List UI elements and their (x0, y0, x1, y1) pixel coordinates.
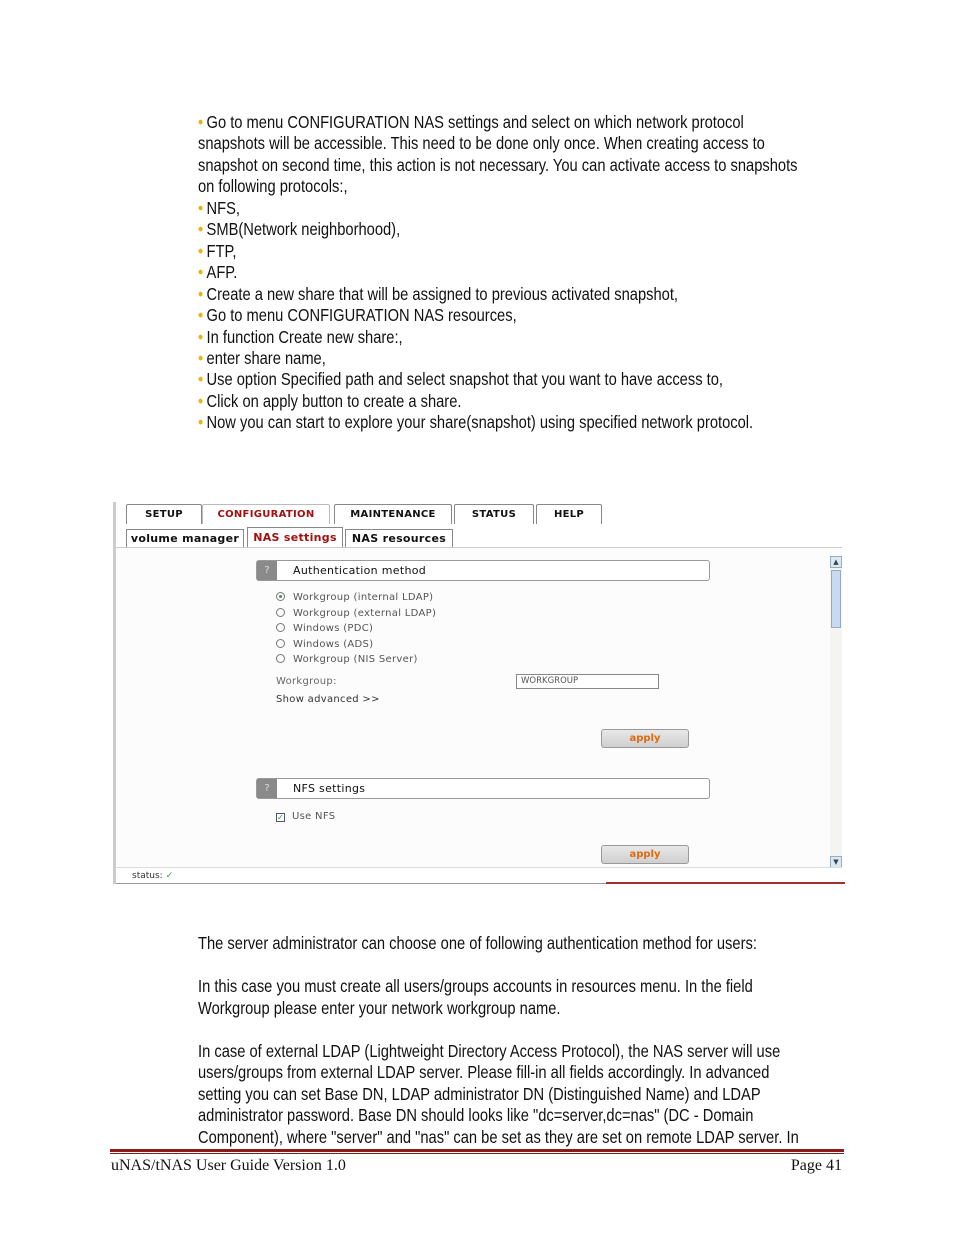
text-line: • Now you can start to explore your share… (198, 412, 753, 433)
radio-icon[interactable] (276, 638, 285, 648)
text-line-content: Use option Specified path and select sna… (206, 369, 723, 390)
text-line-content: FTP, (206, 240, 237, 261)
radio-icon[interactable] (276, 592, 285, 601)
bullet-icon: • (198, 305, 204, 326)
use-nfs-label: Use NFS (292, 811, 336, 822)
text-line-content: snapshots will be accessible. This need … (198, 133, 765, 154)
bullet-icon: • (198, 240, 204, 261)
text-line: • AFP. (198, 262, 237, 283)
radio-icon[interactable] (276, 654, 285, 663)
text-line-content: Go to menu CONFIGURATION NAS resources, (206, 305, 517, 326)
text-line: snapshots will be accessible. This need … (198, 133, 765, 154)
text-line: • SMB(Network neighborhood), (198, 219, 400, 240)
scroll-thumb[interactable] (831, 570, 841, 628)
subtab-volume-manager[interactable]: volume manager (126, 529, 244, 548)
auth-option-label: Workgroup (external LDAP) (293, 607, 437, 619)
text-line: • Go to menu CONFIGURATION NAS settings a… (198, 112, 744, 133)
use-nfs-checkbox[interactable]: ✓ Use NFS (276, 810, 335, 824)
text-line: on following protocols:, (198, 176, 348, 197)
subtab-nas-settings[interactable]: NAS settings (247, 527, 343, 548)
auth-option-label: Workgroup (NIS Server) (293, 654, 418, 665)
nfs-section-title: NFS settings (293, 782, 366, 795)
bullet-icon: • (198, 197, 204, 218)
text-line: Component), where "server" and "nas" can… (198, 1126, 799, 1147)
tab-status[interactable]: STATUS (454, 504, 534, 524)
nas-settings-screenshot: SETUP CONFIGURATION MAINTENANCE STATUS HELP … (113, 502, 845, 884)
text-line-content: on following protocols:, (198, 176, 348, 197)
text-line: • Use option Specified path and select sn… (198, 369, 723, 390)
text-line: • Go to menu CONFIGURATION NAS resources, (198, 305, 517, 326)
tab-help[interactable]: HELP (536, 504, 602, 524)
footer-rule-thin (110, 1153, 844, 1154)
subtab-nas-resources[interactable]: NAS resources (345, 529, 453, 548)
text-line-content: Click on apply button to create a share. (206, 390, 462, 411)
page-number: Page 41 (790, 1157, 842, 1174)
status-label: status: (132, 871, 163, 881)
text-line-content: enter share name, (206, 347, 326, 368)
bullet-icon: • (198, 262, 204, 283)
text-line-content: Go to menu CONFIGURATION NAS settings an… (206, 112, 744, 132)
auth-option-radio[interactable]: Workgroup (internal LDAP) (276, 591, 433, 605)
auth-option-radio[interactable]: Windows (ADS) (276, 638, 373, 652)
content-panel: ? Authentication method Workgroup (inter… (116, 547, 842, 868)
bullet-icon: • (198, 369, 204, 390)
text-line-content: In function Create new share:, (206, 326, 403, 347)
text-line: The server administrator can choose one … (198, 933, 757, 953)
text-line: administrator password. Base DN should l… (198, 1105, 754, 1125)
text-line-content: NFS, (206, 197, 241, 218)
auth-option-radio[interactable]: Windows (PDC) (276, 622, 373, 636)
text-line: • Create a new share that will be assigne… (198, 284, 678, 305)
text-line: • Click on apply button to create a share… (198, 391, 461, 412)
text-line: snapshot on second time, this action is … (198, 155, 798, 176)
workgroup-label: Workgroup: (276, 676, 337, 687)
auth-apply-button[interactable]: apply (601, 729, 689, 748)
auth-option-label: Windows (ADS) (293, 638, 374, 650)
footer-rule (110, 1149, 844, 1152)
radio-icon[interactable] (276, 623, 285, 632)
text-line: In case of external LDAP (Lightweight Di… (198, 1040, 781, 1061)
checkbox-checked-icon[interactable]: ✓ (276, 813, 285, 822)
scrollbar[interactable]: ▲ ▼ (830, 556, 842, 868)
bullet-icon: • (198, 390, 204, 411)
bullet-icon: • (198, 219, 204, 240)
scroll-up-icon[interactable]: ▲ (830, 556, 842, 568)
text-line-content: Now you can start to explore your share(… (206, 412, 754, 433)
text-line-content: AFP. (206, 262, 238, 283)
text-line: Workgroup please enter your network work… (198, 997, 561, 1018)
accent-line (606, 882, 845, 884)
text-line: users/groups from external LDAP server. … (198, 1062, 770, 1082)
tab-configuration[interactable]: CONFIGURATION (202, 504, 330, 524)
footer-title: uNAS/tNAS User Guide Version 1.0 (111, 1157, 346, 1174)
text-line-content: SMB(Network neighborhood), (206, 219, 401, 240)
show-advanced-link[interactable]: Show advanced >> (276, 693, 380, 707)
bullet-icon: • (198, 347, 204, 368)
auth-option-label: Workgroup (internal LDAP) (293, 592, 434, 603)
radio-icon[interactable] (276, 607, 285, 617)
bullet-icon: • (198, 283, 204, 304)
auth-option-radio[interactable]: Workgroup (NIS Server) (276, 653, 418, 667)
bullet-icon: • (198, 112, 204, 132)
text-line: In this case you must create all users/g… (198, 976, 753, 996)
text-line: • FTP, (198, 241, 236, 262)
tab-setup[interactable]: SETUP (126, 504, 202, 524)
text-line: • enter share name, (198, 348, 326, 369)
auth-section-header: ? Authentication method (256, 560, 710, 581)
text-line-content: Create a new share that will be assigned… (206, 283, 679, 304)
text-line: setting you can set Base DN, LDAP admini… (198, 1083, 761, 1104)
text-line: • In function Create new share:, (198, 327, 403, 348)
auth-option-radio[interactable]: Workgroup (external LDAP) (276, 607, 436, 621)
nfs-section-header: ? NFS settings (256, 778, 710, 799)
nfs-apply-button[interactable]: apply (601, 845, 689, 864)
text-line-content: snapshot on second time, this action is … (198, 154, 798, 175)
text-line: • NFS, (198, 198, 240, 219)
auth-option-label: Windows (PDC) (293, 623, 374, 634)
auth-section-title: Authentication method (293, 564, 427, 577)
bullet-icon: • (198, 326, 204, 347)
tab-maintenance[interactable]: MAINTENANCE (334, 504, 452, 524)
bullet-icon: • (198, 412, 204, 433)
check-icon: ✓ (165, 871, 174, 881)
help-icon[interactable]: ? (257, 779, 277, 798)
help-icon[interactable]: ? (257, 561, 277, 580)
workgroup-input[interactable]: WORKGROUP (516, 674, 659, 689)
